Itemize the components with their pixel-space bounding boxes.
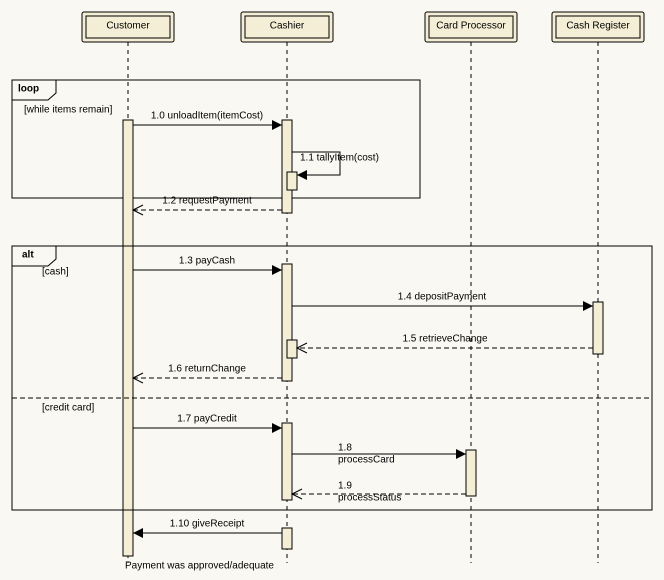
message-label: 1.8 — [338, 442, 352, 453]
message-give-receipt: 1.10 giveReceipt — [133, 518, 282, 538]
lifeline-cash-register: Cash Register — [552, 12, 644, 563]
message-label: 1.0 unloadItem(itemCost) — [151, 110, 263, 121]
message-process-status: 1.9 processStatus — [292, 480, 466, 503]
message-label: 1.2 requestPayment — [162, 195, 252, 206]
message-label: 1.7 payCredit — [177, 413, 237, 424]
diagram-note: Payment was approved/adequate — [125, 560, 274, 571]
message-label: 1.1 tallyItem(cost) — [300, 152, 379, 163]
activation — [282, 423, 292, 500]
activation — [123, 120, 133, 556]
message-tally-item: 1.1 tallyItem(cost) — [287, 152, 379, 190]
message-label: 1.3 payCash — [179, 255, 235, 266]
message-label: 1.4 depositPayment — [398, 291, 487, 302]
frame-guard: [cash] — [42, 266, 69, 277]
message-deposit-payment: 1.4 depositPayment — [292, 291, 603, 354]
activation — [282, 528, 292, 549]
activation — [466, 450, 476, 496]
frame-label: loop — [18, 83, 39, 94]
frame-guard: [credit card] — [42, 402, 94, 413]
lifeline-label: Cashier — [270, 20, 305, 31]
message-process-card: 1.8 processCard — [292, 442, 476, 496]
message-label: 1.5 retrieveChange — [402, 333, 487, 344]
message-label: 1.6 returnChange — [168, 363, 246, 374]
activation — [282, 264, 292, 381]
frame-loop: loop [while items remain] — [12, 80, 420, 198]
message-label: 1.9 — [338, 480, 352, 491]
message-retrieve-change: 1.5 retrieveChange — [287, 333, 593, 358]
message-unload-item: 1.0 unloadItem(itemCost) — [133, 110, 282, 130]
frame-alt: alt [cash] [credit card] — [12, 246, 652, 510]
lifeline-label: Customer — [106, 20, 150, 31]
message-label: processStatus — [338, 492, 401, 503]
message-pay-cash: 1.3 payCash — [133, 255, 282, 275]
frame-label: alt — [22, 249, 34, 260]
lifeline-label: Card Processor — [436, 20, 506, 31]
message-label: 1.10 giveReceipt — [170, 518, 245, 529]
message-label: processCard — [338, 454, 395, 465]
frame-guard: [while items remain] — [24, 104, 113, 115]
message-pay-credit: 1.7 payCredit — [133, 413, 282, 433]
message-return-change: 1.6 returnChange — [133, 363, 282, 383]
sequence-diagram: Customer Cashier Card Processor Cash Reg… — [0, 0, 664, 580]
activation — [282, 120, 292, 213]
activation — [593, 302, 603, 354]
lifeline-label: Cash Register — [566, 20, 630, 31]
